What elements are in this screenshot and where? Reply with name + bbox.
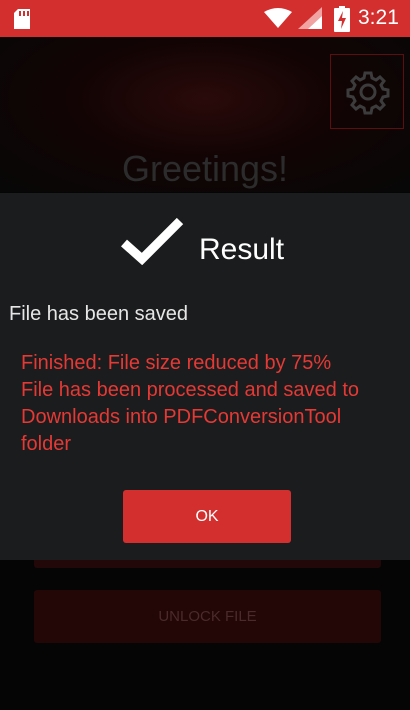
ok-button[interactable]: OK xyxy=(123,490,291,543)
result-dialog: Result File has been saved Finished: Fil… xyxy=(0,193,410,560)
status-bar: 3:21 xyxy=(0,0,410,37)
signal-icon xyxy=(298,7,322,29)
dialog-title: Result xyxy=(199,233,285,266)
detail-line: File has been processed and saved to xyxy=(21,379,359,401)
sd-card-icon xyxy=(14,9,30,29)
checkmark-icon xyxy=(121,217,184,265)
clock: 3:21 xyxy=(358,6,399,29)
detail-line: folder xyxy=(21,433,72,455)
unlock-file-button: UNLOCK FILE xyxy=(34,590,381,643)
gear-icon xyxy=(346,71,390,115)
wifi-icon xyxy=(264,8,292,28)
settings-button[interactable] xyxy=(330,54,404,129)
greeting-title: Greetings! xyxy=(121,148,289,189)
battery-charging-icon xyxy=(334,6,350,32)
detail-line: Downloads into PDFConversionTool xyxy=(21,406,342,428)
dialog-detail: Finished: File size reduced by 75% File … xyxy=(21,350,401,458)
dialog-message: File has been saved xyxy=(9,303,189,325)
detail-line: Finished: File size reduced by 75% xyxy=(21,352,332,374)
